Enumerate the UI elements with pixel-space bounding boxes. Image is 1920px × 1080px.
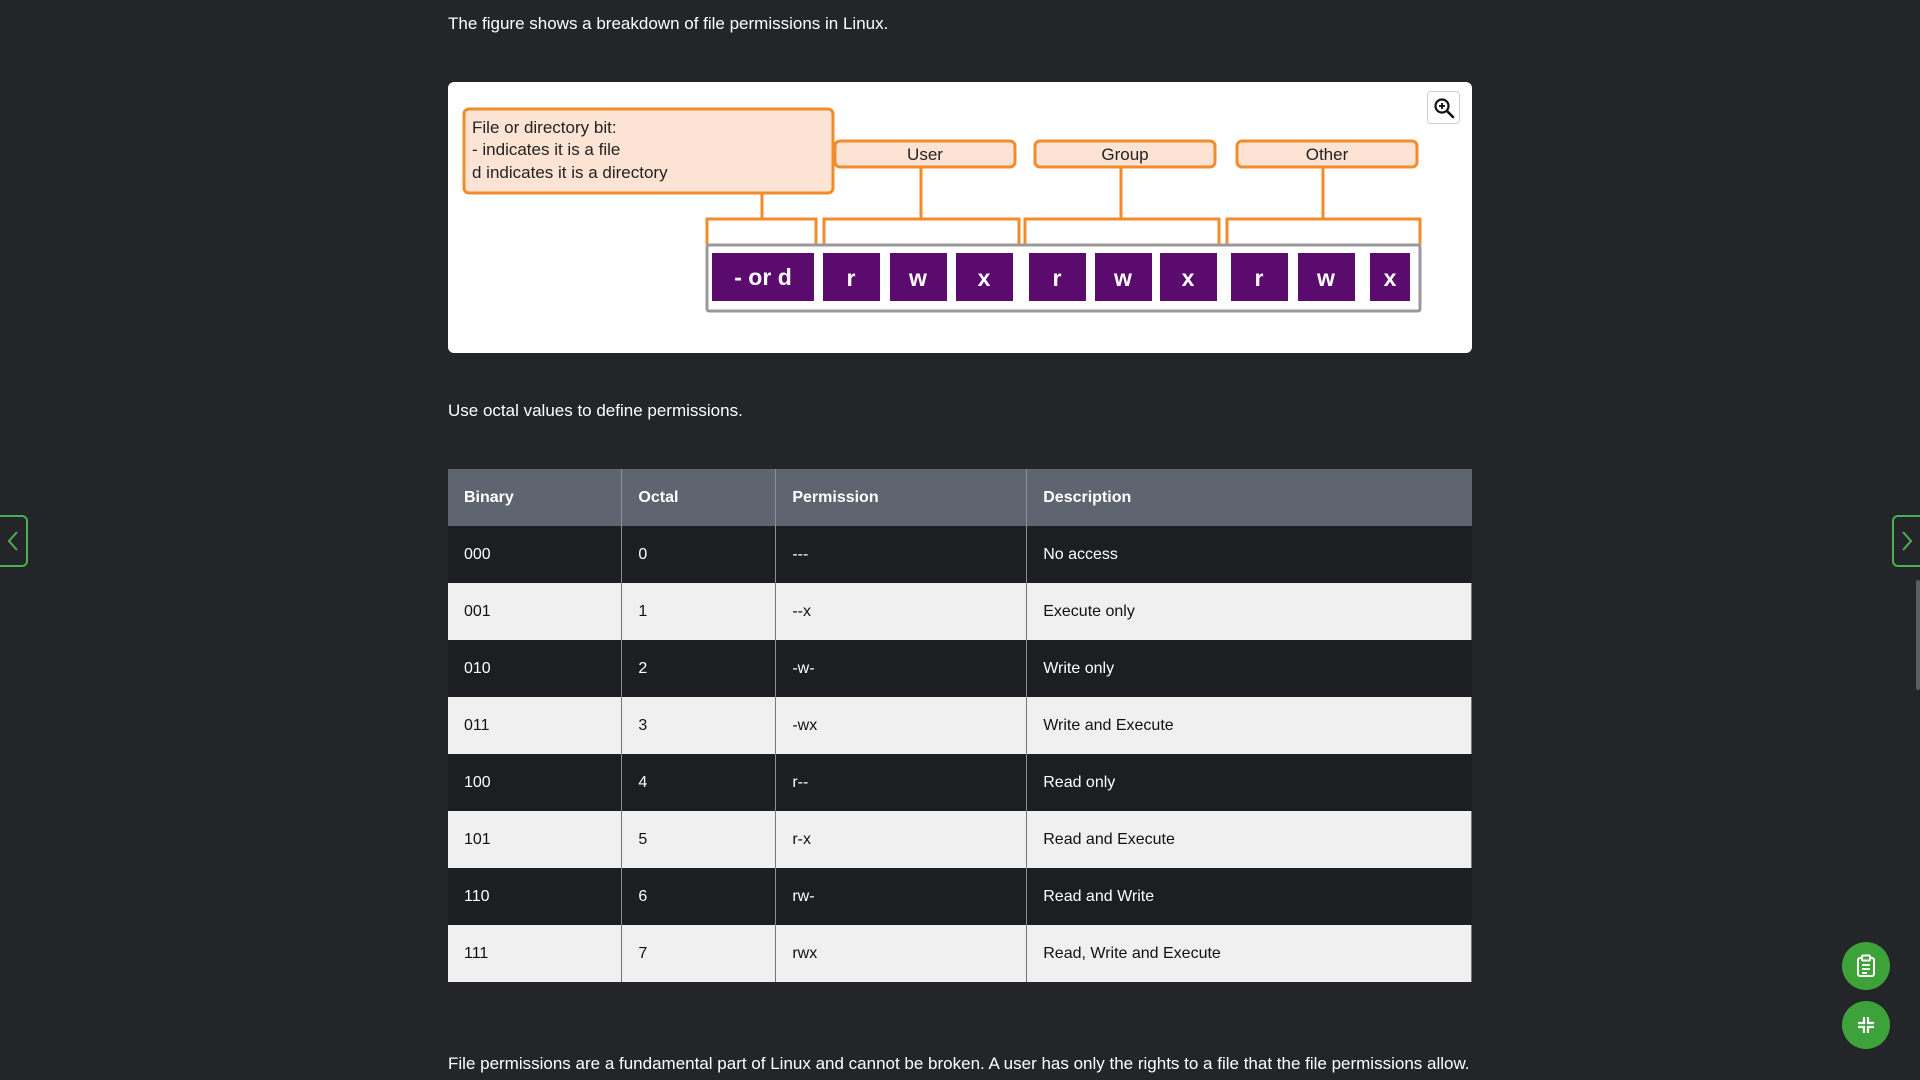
callout-line-1: File or directory bit: bbox=[472, 118, 617, 137]
cell-permission: rw- bbox=[775, 868, 1028, 925]
collapse-button[interactable] bbox=[1842, 1001, 1890, 1049]
cell-octal: 4 bbox=[621, 754, 777, 811]
cell-description: Execute only bbox=[1026, 583, 1472, 640]
cell-octal: 3 bbox=[621, 697, 777, 754]
bit-group-x-label: x bbox=[1182, 265, 1195, 291]
clipboard-icon bbox=[1857, 954, 1875, 977]
previous-page-button[interactable] bbox=[0, 515, 28, 567]
table-header-row: Binary Octal Permission Description bbox=[448, 469, 1472, 526]
table-row: 110 6 rw- Read and Write bbox=[448, 868, 1472, 925]
cell-binary: 010 bbox=[448, 640, 623, 697]
cell-octal: 6 bbox=[621, 868, 777, 925]
cell-octal: 0 bbox=[621, 526, 777, 583]
group-label: Group bbox=[1101, 145, 1148, 164]
table-row: 000 0 --- No access bbox=[448, 526, 1472, 583]
cell-permission: --x bbox=[775, 583, 1028, 640]
cell-octal: 2 bbox=[621, 640, 777, 697]
callout-line-2: - indicates it is a file bbox=[472, 140, 620, 159]
bit-user-w-label: w bbox=[908, 265, 927, 291]
cell-octal: 1 bbox=[621, 583, 777, 640]
intro-text: The figure shows a breakdown of file per… bbox=[448, 14, 889, 33]
cell-description: Read and Execute bbox=[1026, 811, 1472, 868]
callout-line-3: d indicates it is a directory bbox=[472, 163, 668, 182]
cell-binary: 000 bbox=[448, 526, 623, 583]
table-row: 100 4 r-- Read only bbox=[448, 754, 1472, 811]
cell-description: Read only bbox=[1026, 754, 1472, 811]
header-binary: Binary bbox=[448, 469, 623, 526]
cell-binary: 011 bbox=[448, 697, 623, 754]
other-label: Other bbox=[1306, 145, 1349, 164]
table-row: 011 3 -wx Write and Execute bbox=[448, 697, 1472, 754]
cell-binary: 111 bbox=[448, 925, 623, 982]
cell-binary: 100 bbox=[448, 754, 623, 811]
octal-permissions-table: Binary Octal Permission Description 000 … bbox=[448, 469, 1472, 982]
cell-binary: 110 bbox=[448, 868, 623, 925]
cell-permission: -wx bbox=[775, 697, 1028, 754]
cell-permission: r-- bbox=[775, 754, 1028, 811]
cell-permission: rwx bbox=[775, 925, 1028, 982]
cell-description: Read and Write bbox=[1026, 868, 1472, 925]
bit-other-w-label: w bbox=[1316, 265, 1335, 291]
bit-type-label: - or d bbox=[734, 264, 792, 290]
cell-permission: r-x bbox=[775, 811, 1028, 868]
bit-group-r-label: r bbox=[1053, 265, 1062, 291]
body-paragraph: File permissions are a fundamental part … bbox=[448, 1054, 1470, 1080]
cell-octal: 5 bbox=[621, 811, 777, 868]
user-label: User bbox=[907, 145, 943, 164]
permissions-diagram: File or directory bit: - indicates it is… bbox=[462, 107, 1422, 313]
table-row: 101 5 r-x Read and Execute bbox=[448, 811, 1472, 868]
chevron-left-icon bbox=[7, 531, 18, 551]
notes-button[interactable] bbox=[1842, 942, 1890, 990]
octal-intro-text: Use octal values to define permissions. bbox=[448, 401, 743, 420]
table-row: 111 7 rwx Read, Write and Execute bbox=[448, 925, 1472, 982]
bit-other-x-label: x bbox=[1384, 265, 1397, 291]
collapse-icon bbox=[1858, 1017, 1874, 1033]
table-row: 010 2 -w- Write only bbox=[448, 640, 1472, 697]
bit-other-r-label: r bbox=[1255, 265, 1264, 291]
cell-permission: --- bbox=[775, 526, 1028, 583]
header-description: Description bbox=[1026, 469, 1472, 526]
cell-description: Read, Write and Execute bbox=[1026, 925, 1472, 982]
bit-group-w-label: w bbox=[1113, 265, 1132, 291]
cell-permission: -w- bbox=[775, 640, 1028, 697]
permissions-figure: File or directory bit: - indicates it is… bbox=[448, 82, 1472, 353]
page-scrollbar[interactable] bbox=[1916, 580, 1920, 690]
cell-binary: 101 bbox=[448, 811, 623, 868]
bit-user-x-label: x bbox=[978, 265, 991, 291]
chevron-right-icon bbox=[1902, 531, 1913, 551]
cell-description: Write and Execute bbox=[1026, 697, 1472, 754]
bit-user-r-label: r bbox=[847, 265, 856, 291]
next-page-button[interactable] bbox=[1892, 515, 1920, 567]
cell-description: No access bbox=[1026, 526, 1472, 583]
cell-octal: 7 bbox=[621, 925, 777, 982]
cell-binary: 001 bbox=[448, 583, 623, 640]
header-permission: Permission bbox=[775, 469, 1028, 526]
cell-description: Write only bbox=[1026, 640, 1472, 697]
header-octal: Octal bbox=[621, 469, 777, 526]
table-row: 001 1 --x Execute only bbox=[448, 583, 1472, 640]
